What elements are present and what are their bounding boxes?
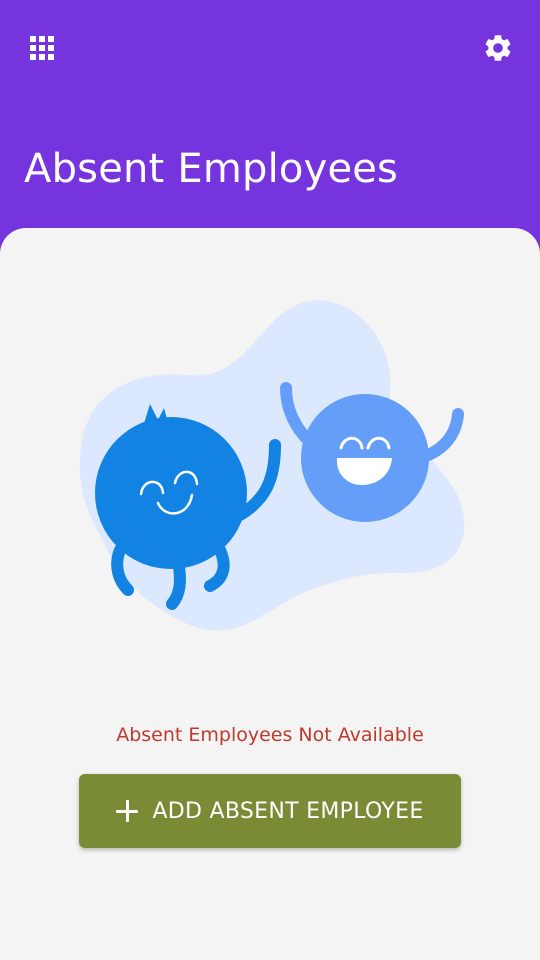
gear-icon	[485, 35, 511, 61]
empty-state-message: Absent Employees Not Available	[116, 724, 424, 746]
apps-menu-button[interactable]	[20, 26, 64, 70]
add-absent-employee-button[interactable]: ADD ABSENT EMPLOYEE	[79, 774, 461, 848]
empty-state-illustration	[79, 300, 465, 631]
page-title: Absent Employees	[24, 146, 399, 192]
top-app-bar	[0, 0, 540, 96]
add-absent-employee-label: ADD ABSENT EMPLOYEE	[152, 798, 424, 824]
app-screen: Absent Employees Absent Employees Not Av…	[0, 0, 540, 960]
grid-icon	[30, 36, 54, 60]
settings-button[interactable]	[476, 26, 520, 70]
plus-icon	[116, 800, 139, 822]
